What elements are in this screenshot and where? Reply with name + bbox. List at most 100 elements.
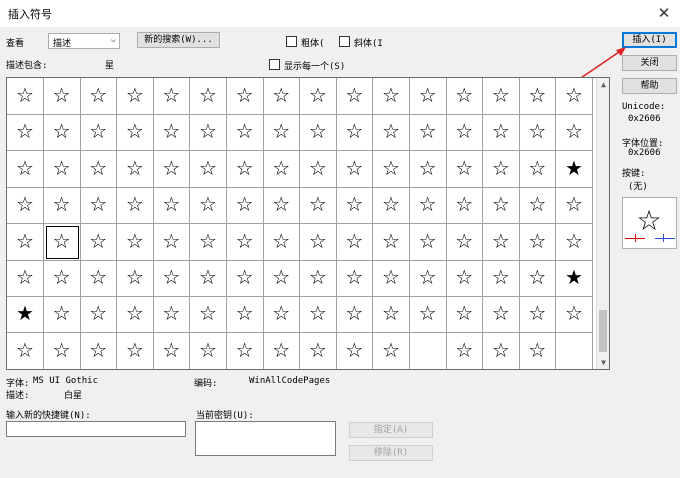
symbol-cell[interactable]: ☆ [43,150,81,188]
current-keys-list[interactable] [195,421,336,456]
symbol-cell[interactable]: ☆ [263,260,301,297]
close-icon[interactable]: ✕ [654,3,674,23]
symbol-cell[interactable]: ☆ [263,150,301,188]
symbol-cell[interactable]: ☆ [336,187,374,225]
symbol-cell[interactable]: ☆ [519,332,557,369]
symbol-cell[interactable]: ☆ [43,260,81,297]
symbol-cell[interactable]: ☆ [482,114,520,152]
symbol-cell[interactable]: ☆ [373,114,410,152]
symbol-cell[interactable]: ☆ [263,114,301,152]
symbol-cell[interactable]: ★ [556,260,593,297]
symbol-cell[interactable]: ☆ [226,187,264,225]
symbol-cell[interactable]: ☆ [80,150,118,188]
symbol-cell[interactable]: ☆ [482,296,520,334]
symbol-cell[interactable]: ☆ [373,296,410,334]
symbol-cell[interactable]: ☆ [190,223,227,261]
symbol-cell[interactable]: ☆ [446,187,484,225]
symbol-cell[interactable]: ☆ [226,150,264,188]
symbol-cell[interactable]: ☆ [482,150,520,188]
symbol-cell[interactable] [556,332,593,369]
symbol-cell[interactable]: ☆ [299,332,337,369]
symbol-cell[interactable]: ☆ [116,187,154,225]
symbol-cell[interactable]: ☆ [336,150,374,188]
symbol-cell[interactable]: ☆ [446,78,484,115]
symbol-cell[interactable]: ☆ [556,78,593,115]
symbol-cell[interactable]: ☆ [519,296,557,334]
symbol-cell[interactable]: ☆ [336,296,374,334]
italic-checkbox[interactable] [339,36,350,47]
symbol-cell[interactable]: ☆ [373,223,410,261]
new-shortcut-input[interactable] [6,421,186,437]
symbol-cell[interactable]: ☆ [409,150,447,188]
symbol-cell[interactable]: ☆ [482,332,520,369]
symbol-cell[interactable]: ☆ [519,150,557,188]
symbol-cell[interactable]: ☆ [336,260,374,297]
symbol-cell[interactable]: ☆ [409,296,447,334]
symbol-cell[interactable]: ☆ [80,187,118,225]
symbol-cell[interactable]: ☆ [80,114,118,152]
symbol-cell[interactable]: ☆ [190,114,227,152]
symbol-cell[interactable]: ☆ [446,260,484,297]
symbol-cell[interactable]: ☆ [190,296,227,334]
symbol-cell[interactable]: ☆ [556,114,593,152]
symbol-cell[interactable]: ☆ [80,260,118,297]
symbol-cell[interactable]: ☆ [226,114,264,152]
symbol-cell[interactable]: ☆ [482,78,520,115]
symbol-cell[interactable]: ☆ [373,260,410,297]
close-button[interactable]: 关闭 [622,55,677,71]
symbol-cell[interactable]: ☆ [446,223,484,261]
scroll-down-icon[interactable]: ▼ [598,358,609,367]
symbol-cell[interactable]: ☆ [409,114,447,152]
symbol-cell[interactable]: ☆ [446,296,484,334]
symbol-cell[interactable]: ☆ [116,260,154,297]
symbol-cell[interactable]: ☆ [519,260,557,297]
symbol-cell[interactable]: ☆ [7,150,44,188]
view-select[interactable]: 描述 ⌵ [48,33,120,49]
symbol-cell[interactable]: ☆ [190,187,227,225]
symbol-cell[interactable]: ☆ [226,296,264,334]
symbol-cell[interactable]: ☆ [80,332,118,369]
symbol-cell[interactable]: ☆ [116,223,154,261]
symbol-cell[interactable]: ☆ [299,78,337,115]
symbol-cell[interactable]: ☆ [80,223,118,261]
symbol-cell[interactable]: ☆ [336,114,374,152]
symbol-cell[interactable]: ☆ [482,260,520,297]
symbol-cell[interactable]: ☆ [116,150,154,188]
symbol-cell[interactable]: ☆ [153,332,191,369]
symbol-cell[interactable]: ☆ [43,187,81,225]
symbol-cell[interactable]: ☆ [153,114,191,152]
remove-button[interactable]: 移除(R) [349,445,433,461]
symbol-cell[interactable]: ☆ [226,332,264,369]
symbol-cell[interactable]: ☆ [263,223,301,261]
symbol-cell[interactable]: ☆ [409,260,447,297]
grid-scrollbar[interactable]: ▲ ▼ [596,78,609,369]
symbol-cell[interactable]: ☆ [190,260,227,297]
bold-checkbox[interactable] [286,36,297,47]
symbol-cell[interactable]: ☆ [190,150,227,188]
symbol-cell[interactable]: ☆ [373,150,410,188]
symbol-cell[interactable]: ☆ [519,78,557,115]
symbol-cell[interactable]: ☆ [482,187,520,225]
help-button[interactable]: 帮助 [622,78,677,94]
symbol-cell[interactable]: ☆ [116,332,154,369]
symbol-cell[interactable]: ☆ [299,150,337,188]
symbol-cell[interactable]: ☆ [7,260,44,297]
symbol-cell[interactable]: ☆ [299,114,337,152]
symbol-grid[interactable]: ☆ ☆ ☆ ☆ ☆ ☆ ☆ ☆ ☆ ☆ ☆ ☆ ☆ ☆ ☆ ☆ ☆ ☆ ☆ ☆ ☆ ☆ ☆ ☆ ☆ ☆ ☆ ☆ ☆ ☆ ☆ ☆ ☆ ☆ ☆ ☆ ☆ ☆ ☆ ☆… [6,77,610,370]
symbol-cell[interactable]: ☆ [263,187,301,225]
symbol-cell[interactable]: ☆ [153,187,191,225]
symbol-cell[interactable]: ☆ [373,187,410,225]
new-search-button[interactable]: 新的搜索(W)... [137,32,220,48]
symbol-cell[interactable]: ☆ [7,114,44,152]
symbol-cell[interactable]: ☆ [409,223,447,261]
symbol-cell[interactable]: ☆ [43,332,81,369]
symbol-cell[interactable]: ☆ [226,260,264,297]
symbol-cell[interactable] [409,332,447,369]
symbol-cell[interactable]: ☆ [7,332,44,369]
symbol-cell[interactable]: ☆ [482,223,520,261]
symbol-cell[interactable]: ☆ [7,187,44,225]
symbol-cell[interactable]: ★ [556,150,593,188]
symbol-cell[interactable]: ☆ [43,296,81,334]
symbol-cell[interactable]: ★ [7,296,44,334]
symbol-cell[interactable]: ☆ [263,296,301,334]
